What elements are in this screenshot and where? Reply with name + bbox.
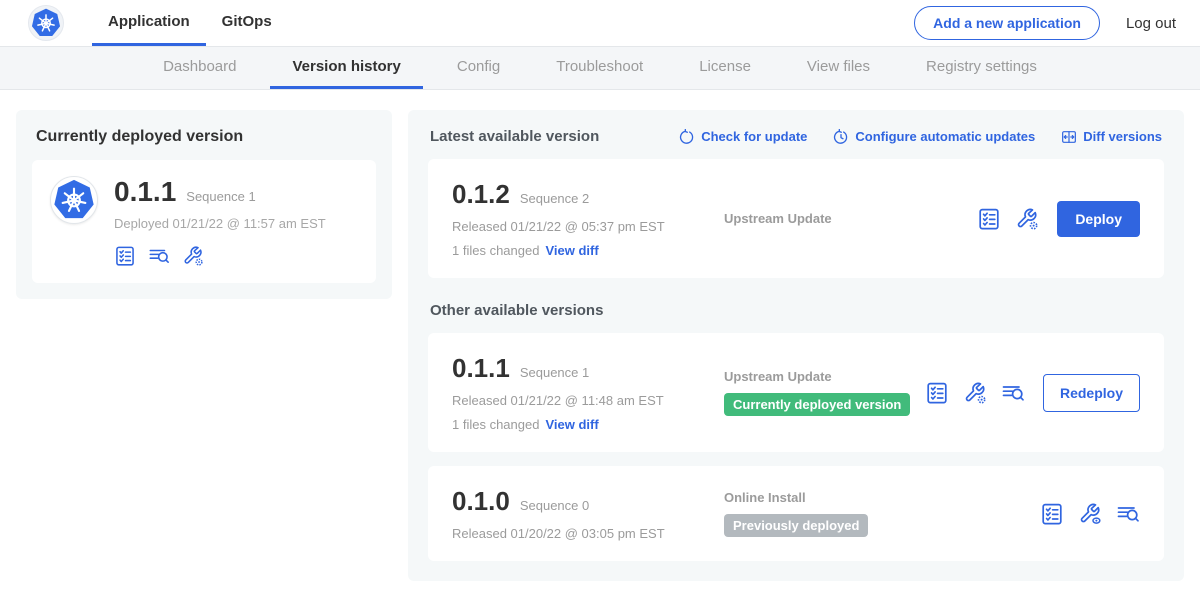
schedule-update-icon	[833, 129, 849, 145]
release-notes-icon[interactable]	[977, 207, 1001, 231]
sequence-label: Sequence 2	[520, 191, 589, 206]
release-notes-icon[interactable]	[1040, 502, 1064, 526]
configure-automatic-updates-button[interactable]: Configure automatic updates	[833, 129, 1035, 145]
edit-config-icon[interactable]	[963, 381, 987, 405]
diff-versions-button[interactable]: Diff versions	[1061, 129, 1162, 145]
kubernetes-logo-icon	[31, 8, 61, 38]
view-config-icon[interactable]	[1078, 502, 1102, 526]
files-changed-label: 1 files changed	[452, 243, 539, 258]
currently-deployed-panel: Currently deployed version 0.1.1 Sequenc…	[16, 110, 392, 299]
view-diff-link[interactable]: View diff	[545, 243, 598, 258]
refresh-icon	[679, 129, 695, 145]
app-logo[interactable]	[28, 5, 64, 41]
kubernetes-logo-icon	[53, 179, 95, 221]
sequence-label: Sequence 1	[520, 365, 589, 380]
deployed-version-card: 0.1.1 Sequence 1 Deployed 01/21/22 @ 11:…	[32, 160, 376, 283]
deployed-timestamp: Deployed 01/21/22 @ 11:57 am EST	[114, 216, 326, 231]
tab-application-label: Application	[108, 13, 190, 30]
version-card-0-1-0: 0.1.0 Sequence 0 Released 01/20/22 @ 03:…	[428, 466, 1164, 561]
latest-version-title: Latest available version	[430, 128, 599, 145]
other-versions-title: Other available versions	[430, 302, 1162, 319]
version-source-label: Online Install	[724, 490, 1040, 505]
main-content: Currently deployed version 0.1.1 Sequenc…	[0, 90, 1200, 601]
release-notes-icon[interactable]	[114, 245, 136, 267]
diff-icon	[1061, 129, 1077, 145]
version-number: 0.1.2	[452, 179, 510, 210]
sub-nav: Dashboard Version history Config Trouble…	[0, 46, 1200, 90]
tab-gitops[interactable]: GitOps	[206, 0, 288, 46]
version-source-label: Upstream Update	[724, 211, 977, 226]
version-history-panel: Latest available version Check for updat…	[408, 110, 1184, 581]
add-application-button[interactable]: Add a new application	[914, 6, 1100, 40]
redeploy-button[interactable]: Redeploy	[1043, 374, 1140, 412]
subnav-tab-license[interactable]: License	[677, 47, 773, 89]
version-card-0-1-2: 0.1.2 Sequence 2 Released 01/21/22 @ 05:…	[428, 159, 1164, 278]
released-timestamp: Released 01/21/22 @ 05:37 pm EST	[452, 219, 724, 234]
logout-link[interactable]: Log out	[1126, 15, 1176, 32]
version-number: 0.1.0	[452, 486, 510, 517]
version-number: 0.1.1	[452, 353, 510, 384]
files-changed-label: 1 files changed	[452, 417, 539, 432]
sequence-label: Sequence 0	[520, 498, 589, 513]
released-timestamp: Released 01/20/22 @ 03:05 pm EST	[452, 526, 724, 541]
deployed-panel-title: Currently deployed version	[36, 128, 376, 146]
check-for-update-button[interactable]: Check for update	[679, 129, 807, 145]
edit-config-icon[interactable]	[1015, 207, 1039, 231]
view-logs-icon[interactable]	[1001, 381, 1025, 405]
subnav-tab-registry-settings[interactable]: Registry settings	[904, 47, 1059, 89]
configure-automatic-updates-label: Configure automatic updates	[855, 129, 1035, 144]
version-card-0-1-1: 0.1.1 Sequence 1 Released 01/21/22 @ 11:…	[428, 333, 1164, 452]
view-diff-link[interactable]: View diff	[545, 417, 598, 432]
previously-deployed-badge: Previously deployed	[724, 514, 868, 537]
check-for-update-label: Check for update	[701, 129, 807, 144]
tab-application[interactable]: Application	[92, 0, 206, 46]
diff-versions-label: Diff versions	[1083, 129, 1162, 144]
subnav-tab-troubleshoot[interactable]: Troubleshoot	[534, 47, 665, 89]
currently-deployed-badge: Currently deployed version	[724, 393, 910, 416]
subnav-tab-version-history[interactable]: Version history	[270, 47, 422, 89]
version-source-label: Upstream Update	[724, 369, 925, 384]
app-icon	[50, 176, 98, 224]
edit-config-icon[interactable]	[182, 245, 204, 267]
subnav-tab-dashboard[interactable]: Dashboard	[141, 47, 258, 89]
deployed-sequence-label: Sequence 1	[186, 189, 255, 204]
release-notes-icon[interactable]	[925, 381, 949, 405]
view-logs-icon[interactable]	[1116, 502, 1140, 526]
deployed-version-number: 0.1.1	[114, 176, 176, 208]
view-logs-icon[interactable]	[148, 245, 170, 267]
deploy-button[interactable]: Deploy	[1057, 201, 1140, 237]
subnav-tab-config[interactable]: Config	[435, 47, 522, 89]
subnav-tab-view-files[interactable]: View files	[785, 47, 892, 89]
top-nav: Application GitOps Add a new application…	[0, 0, 1200, 46]
released-timestamp: Released 01/21/22 @ 11:48 am EST	[452, 393, 724, 408]
tab-gitops-label: GitOps	[222, 13, 272, 30]
